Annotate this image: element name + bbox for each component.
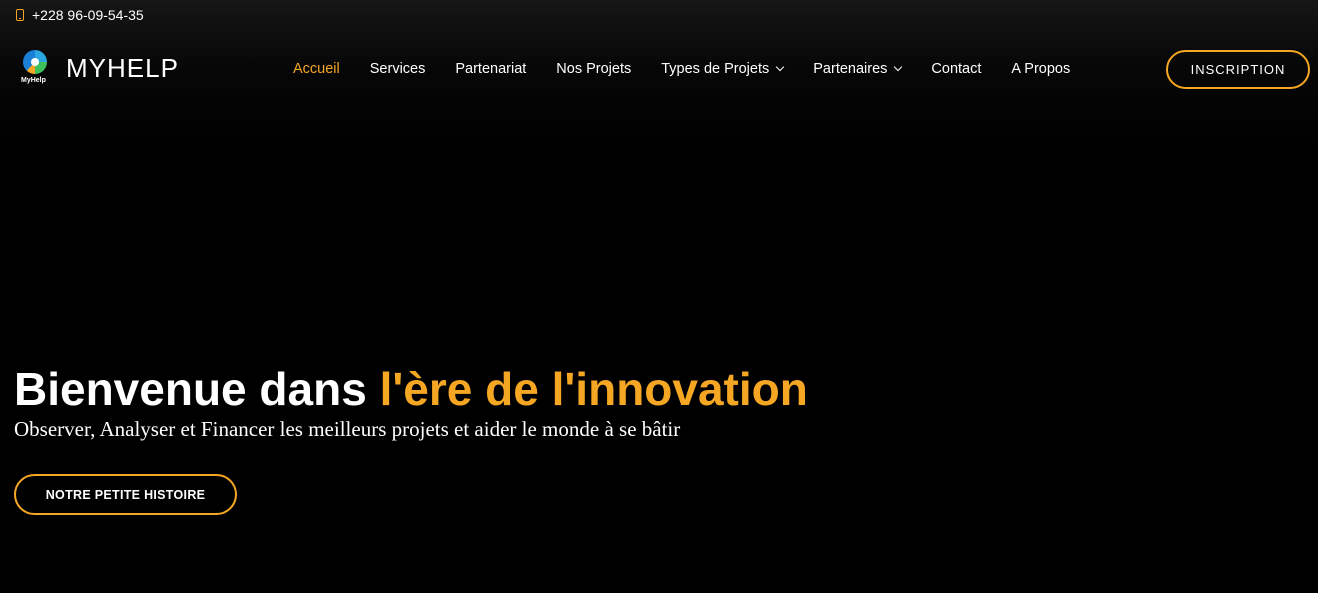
- logo-icon: MyHelp: [20, 50, 50, 86]
- hero-title-accent: l'ère de l'innovation: [379, 363, 808, 415]
- nav-item-label: A Propos: [1011, 61, 1071, 77]
- nav-item-label: Nos Projets: [556, 61, 632, 77]
- top-contact-bar: +228 96-09-54-35: [0, 0, 1318, 30]
- nav-item-contact[interactable]: Contact: [931, 61, 981, 77]
- phone-number[interactable]: +228 96-09-54-35: [32, 7, 144, 23]
- chevron-down-icon: [776, 62, 785, 72]
- brand-name: MYHELP: [66, 52, 179, 83]
- nav-item-label: Types de Projets: [661, 61, 770, 77]
- nav-item-label: Partenariat: [455, 61, 527, 77]
- nav-item-services[interactable]: Services: [370, 61, 426, 77]
- brand-logo[interactable]: MyHelp MYHELP: [20, 50, 179, 86]
- nav-item-label: Services: [369, 61, 426, 77]
- nav-item-label: Accueil: [293, 61, 340, 77]
- nav-item-a-propos[interactable]: A Propos: [1011, 61, 1070, 77]
- logo-caption: MyHelp: [21, 77, 46, 84]
- inscription-button[interactable]: INSCRIPTION: [1166, 50, 1310, 89]
- main-nav: Accueil Services Partenariat Nos Projets…: [293, 61, 1100, 77]
- hero-subtitle: Observer, Analyser et Financer les meill…: [14, 417, 681, 441]
- hero-title: Bienvenue dans l'ère de l'innovation: [14, 362, 808, 416]
- hero-title-white: Bienvenue dans: [14, 363, 367, 415]
- phone-icon: [16, 9, 24, 21]
- nav-item-label: Partenaires: [813, 61, 888, 77]
- nav-item-partenaires[interactable]: Partenaires: [813, 61, 903, 77]
- nav-item-nos-projets[interactable]: Nos Projets: [556, 61, 631, 77]
- nav-item-types-de-projets[interactable]: Types de Projets: [661, 61, 785, 77]
- nav-item-accueil[interactable]: Accueil: [293, 61, 340, 77]
- our-story-button[interactable]: NOTRE PETITE HISTOIRE: [14, 474, 237, 515]
- nav-item-label: Contact: [931, 61, 982, 77]
- chevron-down-icon: [894, 62, 903, 72]
- nav-item-partenariat[interactable]: Partenariat: [455, 61, 526, 77]
